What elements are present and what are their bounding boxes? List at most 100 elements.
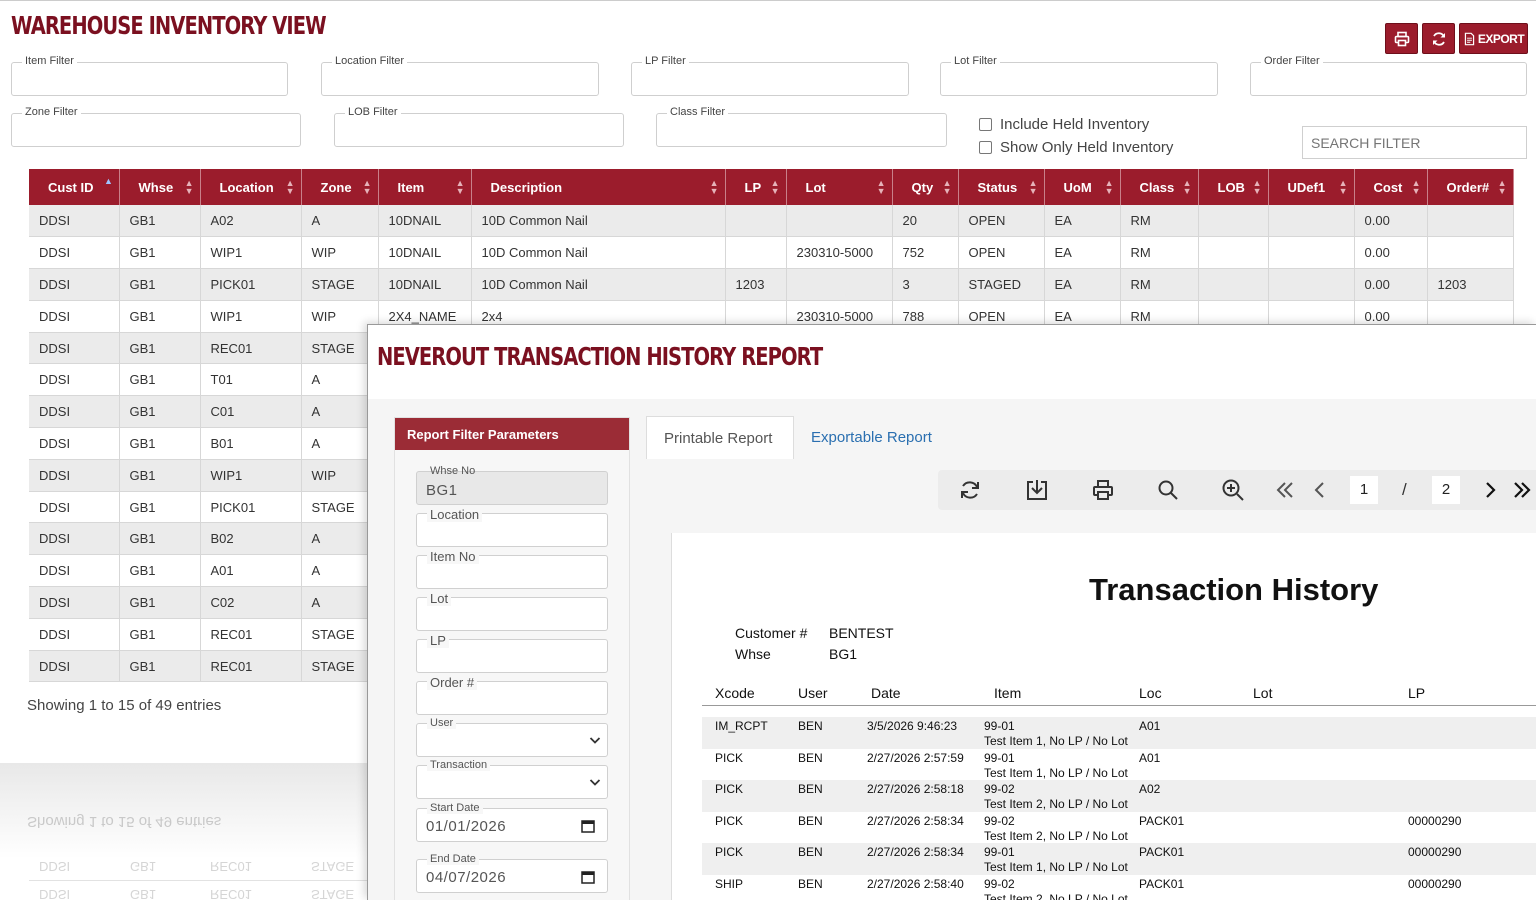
sort-icon[interactable]: ▲ ▼ [877,179,886,196]
table-row[interactable]: DDSI GB1 A02 A 10DNAIL 10D Common Nail 20 OPEN E… [29,205,1514,238]
refresh-button[interactable] [1422,23,1455,54]
report-cell-desc: Test Item 1, No LP / No Lot [984,734,1128,748]
column-header[interactable]: Location ▲ ▼ [200,169,302,205]
next-page-icon[interactable] [1478,478,1502,502]
zone-filter-label: Zone Filter [22,106,81,118]
table-cell: GB1 [119,395,201,429]
report-row: PICK BEN 2/27/2026 2:58:18 99-02 Test Item 2… [702,780,1536,812]
table-cell: 1203 [725,268,787,301]
sort-icon[interactable]: ▲ [104,177,113,186]
column-header[interactable]: Class ▲ ▼ [1120,169,1199,205]
table-cell: PICK01 [200,491,302,524]
column-header[interactable]: Qty ▲ ▼ [892,169,959,205]
page-number-input[interactable]: 1 [1350,476,1378,504]
zone-filter-input[interactable]: Zone Filter [11,106,301,147]
sort-icon[interactable]: ▲ ▼ [1183,179,1192,196]
calendar-icon[interactable] [581,819,595,833]
report-cell-user: BEN [798,845,823,860]
column-header[interactable]: UoM ▲ ▼ [1044,169,1121,205]
checkbox-box[interactable] [979,141,992,154]
lp-field[interactable]: LP [416,633,608,673]
table-cell: GB1 [119,618,201,651]
show-only-held-checkbox[interactable]: Show Only Held Inventory [979,139,1173,156]
column-header[interactable]: Cust ID ▲ [29,169,120,205]
sort-icon[interactable]: ▲ ▼ [710,179,719,196]
end-date-field[interactable]: End Date 04/07/2026 [416,853,608,893]
sort-icon[interactable]: ▲ ▼ [185,179,194,196]
sort-icon[interactable]: ▲ ▼ [286,179,295,196]
sort-icon[interactable]: ▲ ▼ [1029,179,1038,196]
column-header[interactable]: Whse ▲ ▼ [119,169,201,205]
transaction-select[interactable]: Transaction [416,759,608,799]
whse-field[interactable]: Whse No BG1 [416,465,608,505]
table-cell: OPEN [958,205,1045,238]
last-page-icon[interactable] [1510,478,1534,502]
column-header[interactable]: UDef1 ▲ ▼ [1268,169,1355,205]
table-cell: DDSI [29,618,120,651]
sort-icon[interactable]: ▲ ▼ [456,179,465,196]
search-input[interactable] [1302,126,1527,159]
include-held-checkbox[interactable]: Include Held Inventory [979,116,1149,133]
user-select[interactable]: User [416,717,608,757]
table-cell: DDSI [29,363,120,397]
column-header[interactable]: Zone ▲ ▼ [301,169,379,205]
export-button[interactable]: EXPORT [1459,23,1528,54]
printer-icon[interactable] [1091,478,1115,502]
sort-icon[interactable]: ▲ ▼ [363,179,372,196]
sort-icon[interactable]: ▲ ▼ [1412,179,1421,196]
download-icon[interactable] [1025,478,1049,502]
sort-icon[interactable]: ▲ ▼ [1105,179,1114,196]
table-cell: DDSI [29,586,120,619]
previous-page-icon[interactable] [1308,478,1332,502]
sort-icon[interactable]: ▲ ▼ [943,179,952,196]
sort-icon[interactable]: ▲ ▼ [1253,179,1262,196]
zoom-in-icon[interactable] [1221,478,1245,502]
order-field[interactable]: Order # [416,675,608,715]
column-header[interactable]: Cost ▲ ▼ [1354,169,1428,205]
sort-icon[interactable]: ▲ ▼ [1339,179,1348,196]
column-header[interactable]: LP ▲ ▼ [725,169,787,205]
table-cell: 10D Common Nail [471,205,726,238]
column-header[interactable]: Lot ▲ ▼ [786,169,893,205]
table-row[interactable]: DDSI GB1 WIP1 WIP 10DNAIL 10D Common Nail 2303… [29,236,1514,270]
table-cell: STAGE [301,268,379,301]
table-cell: 1203 [1427,268,1514,301]
lob-filter-input[interactable]: LOB Filter [334,106,624,147]
calendar-icon[interactable] [581,870,595,884]
col-loc: Loc [1139,685,1162,701]
start-date-field[interactable]: Start Date 01/01/2026 [416,802,608,842]
order-filter-input[interactable]: Order Filter [1250,55,1527,96]
table-row[interactable]: DDSI GB1 PICK01 STAGE 10DNAIL 10D Common Nail… [29,268,1514,301]
print-button[interactable] [1385,23,1418,54]
location-field[interactable]: Location [416,507,608,547]
item-no-field[interactable]: Item No [416,549,608,589]
column-header[interactable]: Status ▲ ▼ [958,169,1045,205]
header-divider [702,705,1536,706]
table-cell [1198,268,1269,301]
report-cell-xcode: PICK [715,845,744,860]
whse-label: Whse [735,646,771,662]
first-page-icon[interactable] [1273,478,1297,502]
refresh-icon[interactable] [958,478,982,502]
table-cell: WIP [301,236,379,270]
column-header[interactable]: Item ▲ ▼ [378,169,472,205]
lp-filter-input[interactable]: LP Filter [631,55,909,96]
class-filter-input[interactable]: Class Filter [656,106,947,147]
location-filter-input[interactable]: Location Filter [321,55,599,96]
tab-exportable-report[interactable]: Exportable Report [794,416,954,459]
table-cell: RM [1120,205,1199,238]
column-header[interactable]: LOB ▲ ▼ [1198,169,1269,205]
lp-filter-label: LP Filter [642,55,689,67]
column-header[interactable]: Description ▲ ▼ [471,169,726,205]
lot-filter-input[interactable]: Lot Filter [940,55,1218,96]
search-icon[interactable] [1156,478,1180,502]
checkbox-box[interactable] [979,118,992,131]
sort-icon[interactable]: ▲ ▼ [1498,179,1507,196]
sort-icon[interactable]: ▲ ▼ [771,179,780,196]
table-cell: WIP1 [200,236,302,270]
table-cell: GB1 [119,650,201,683]
lot-field[interactable]: Lot [416,591,608,631]
item-filter-input[interactable]: Item Filter [11,55,288,96]
tab-printable-report[interactable]: Printable Report [646,416,794,459]
column-header[interactable]: Order# ▲ ▼ [1427,169,1514,205]
